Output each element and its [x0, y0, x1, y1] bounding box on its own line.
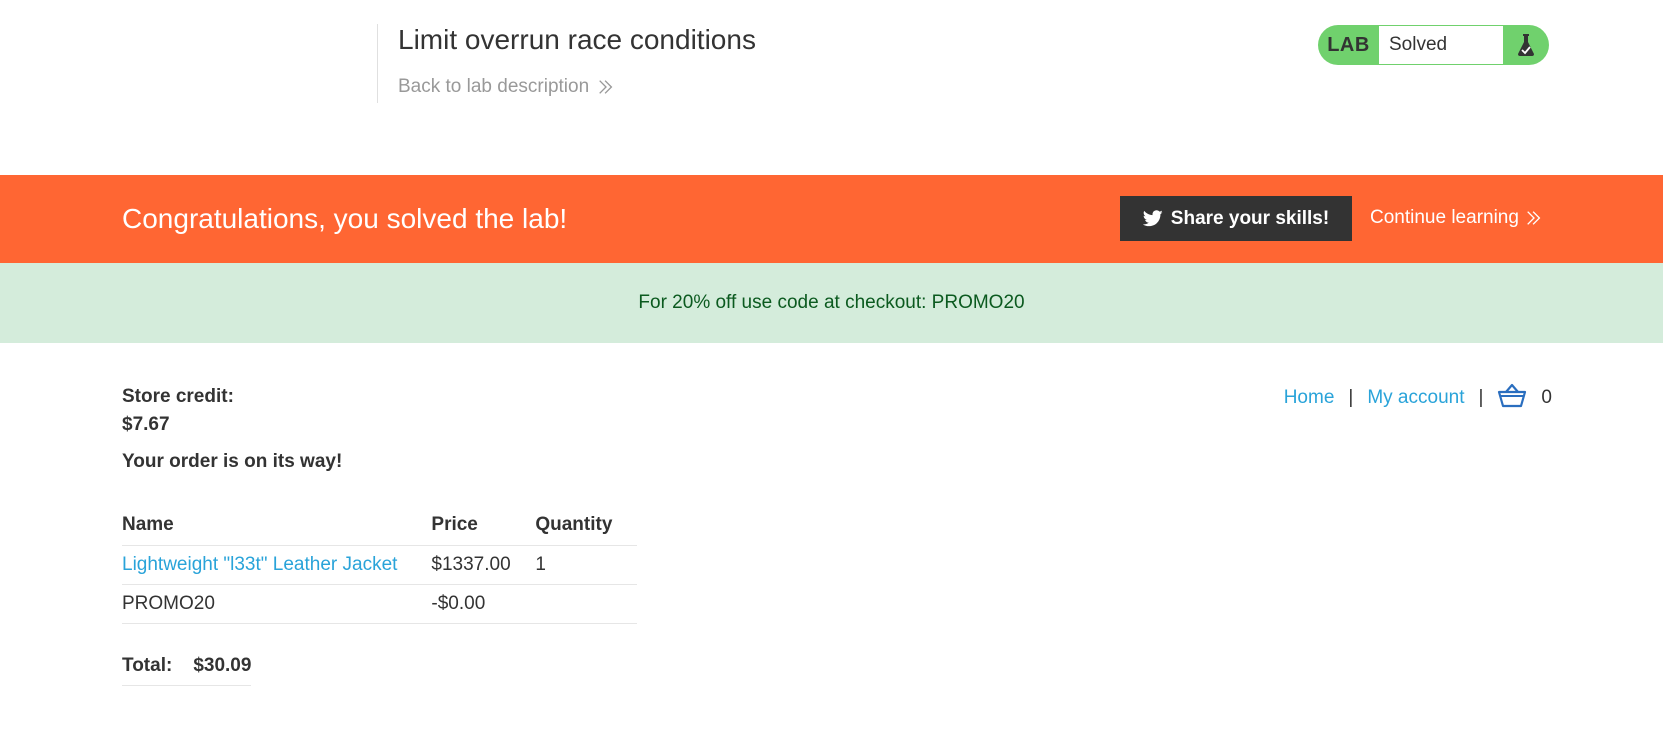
coupon-discount-cell: -$0.00: [431, 584, 536, 624]
home-link[interactable]: Home: [1284, 387, 1335, 409]
total-label: Total:: [122, 655, 173, 676]
item-quantity-cell: 1: [535, 545, 637, 585]
coupon-name-cell: PROMO20: [122, 584, 432, 624]
nav-separator: |: [1478, 387, 1484, 408]
flask-icon: [1503, 25, 1549, 65]
back-link-label: Back to lab description: [398, 76, 590, 97]
double-chevron-right-icon: [599, 80, 613, 94]
continue-learning-label: Continue learning: [1370, 207, 1519, 228]
promo-text: For 20% off use code at checkout: PROMO2…: [638, 292, 1025, 313]
column-header-quantity: Quantity: [535, 506, 637, 546]
congratulations-banner: Congratulations, you solved the lab! Sha…: [0, 175, 1663, 263]
lab-status-widget: LAB Solved: [1318, 25, 1549, 65]
lab-tag: LAB: [1327, 33, 1370, 56]
lab-title: Limit overrun race conditions: [398, 24, 756, 55]
column-header-name: Name: [122, 506, 432, 546]
store-credit: Store credit: $7.67: [122, 383, 234, 439]
share-skills-button[interactable]: Share your skills!: [1120, 196, 1352, 241]
order-total: Total: $30.09: [122, 655, 252, 686]
column-header-price: Price: [431, 506, 536, 546]
share-skills-label: Share your skills!: [1170, 207, 1330, 229]
continue-learning-link[interactable]: Continue learning: [1370, 207, 1543, 229]
total-value: $30.09: [193, 655, 252, 676]
item-name-cell: Lightweight "l33t" Leather Jacket: [122, 545, 432, 585]
lab-title-block: Limit overrun race conditions Back to la…: [377, 24, 756, 103]
order-status-message: Your order is on its way!: [122, 451, 343, 472]
table-row: Lightweight "l33t" Leather Jacket $1337.…: [122, 545, 637, 585]
twitter-icon: [1142, 210, 1163, 227]
table-row: PROMO20 -$0.00: [122, 584, 637, 624]
store-credit-label: Store credit:: [122, 386, 234, 407]
item-price-cell: $1337.00: [431, 545, 536, 585]
nav-separator: |: [1348, 387, 1354, 408]
cart-count: 0: [1541, 387, 1552, 408]
my-account-link[interactable]: My account: [1367, 387, 1464, 409]
top-navigation: Home | My account | 0: [1284, 381, 1552, 415]
coupon-quantity-cell: [535, 584, 637, 624]
lab-header: Limit overrun race conditions Back to la…: [0, 0, 1663, 175]
basket-icon[interactable]: [1497, 383, 1527, 415]
promo-banner: For 20% off use code at checkout: PROMO2…: [0, 263, 1663, 343]
congratulations-message: Congratulations, you solved the lab!: [122, 203, 568, 234]
back-to-description-link[interactable]: Back to lab description: [398, 76, 615, 98]
lab-status-text: Solved: [1379, 25, 1503, 65]
store-credit-value: $7.67: [122, 414, 170, 435]
table-header-row: Name Price Quantity: [122, 506, 637, 546]
order-table: Name Price Quantity Lightweight "l33t" L…: [122, 506, 637, 624]
double-chevron-right-icon: [1527, 211, 1541, 225]
product-link[interactable]: Lightweight "l33t" Leather Jacket: [122, 554, 397, 575]
